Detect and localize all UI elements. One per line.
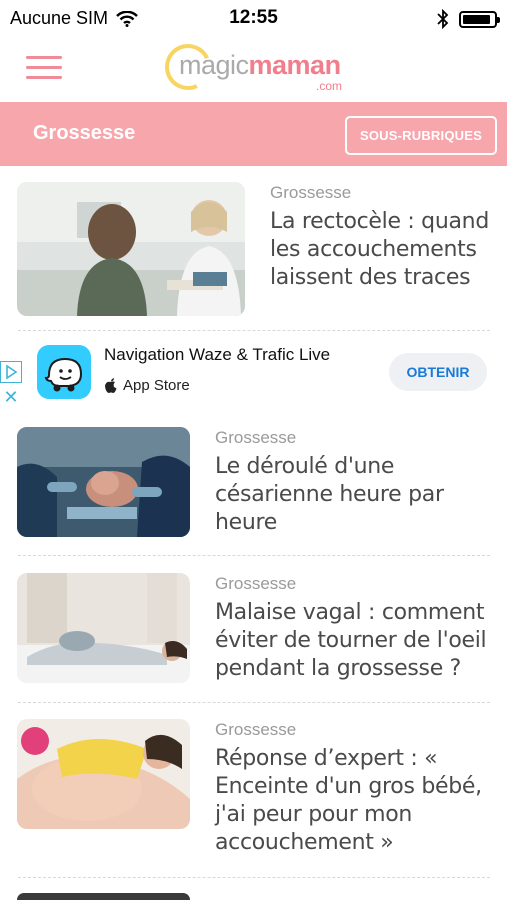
article-category: Grossesse: [270, 183, 352, 202]
cesarean-surgery-image: [17, 427, 190, 537]
logo-com: .com: [316, 79, 343, 93]
status-time: 12:55: [229, 7, 278, 28]
article-thumbnail[interactable]: [17, 719, 190, 829]
pregnant-belly-image: [17, 719, 190, 829]
divider: [18, 330, 490, 331]
divider: [18, 877, 490, 878]
article-title[interactable]: Réponse d’expert : « Enceinte d'un gros …: [215, 745, 495, 857]
logo-maman: maman: [248, 50, 342, 80]
ad-banner[interactable]: ✕ Navigation Waze & Trafic Live App Stor…: [0, 337, 507, 409]
article-thumbnail[interactable]: [17, 182, 245, 316]
status-right: [437, 9, 500, 29]
divider: [18, 702, 490, 703]
waze-app-icon: [37, 345, 91, 399]
logo-magic: magic: [179, 50, 249, 80]
apple-icon: [105, 378, 117, 393]
battery-icon: [459, 10, 500, 28]
ad-store-label: App Store: [123, 377, 190, 394]
status-bar: Aucune SIM 12:55: [0, 0, 507, 38]
obtain-button[interactable]: OBTENIR: [389, 353, 487, 391]
doctor-consultation-image: [17, 182, 245, 316]
article-thumbnail[interactable]: [17, 893, 190, 900]
article-category: Grossesse: [215, 720, 297, 739]
logo-text: magicmaman: [179, 50, 341, 81]
article-thumbnail[interactable]: [17, 573, 190, 683]
bluetooth-icon: [437, 9, 449, 29]
article-title[interactable]: Le déroulé d'une césarienne heure par he…: [215, 453, 495, 537]
logo[interactable]: magicmaman .com: [158, 37, 355, 98]
close-ad-icon[interactable]: ✕: [0, 386, 22, 408]
section-title: Grossesse: [33, 122, 136, 144]
divider: [18, 555, 490, 556]
sub-rubriques-button[interactable]: SOUS-RUBRIQUES: [345, 116, 497, 155]
article-category: Grossesse: [215, 574, 297, 593]
ad-store: App Store: [104, 377, 190, 394]
adchoices[interactable]: ✕: [0, 361, 22, 409]
article-thumbnail[interactable]: [17, 427, 190, 537]
ad-title: Navigation Waze & Trafic Live: [104, 345, 331, 364]
hamburger-icon[interactable]: [26, 56, 62, 80]
resting-pregnant-woman-image: [17, 573, 190, 683]
section-bar: Grossesse SOUS-RUBRIQUES: [0, 102, 507, 166]
article-title[interactable]: La rectocèle : quand les accouchements l…: [270, 208, 492, 292]
article-category: Grossesse: [215, 428, 297, 447]
adchoices-icon[interactable]: [0, 361, 22, 383]
app-header: magicmaman .com: [0, 37, 507, 102]
article-title[interactable]: Malaise vagal : comment éviter de tourne…: [215, 599, 495, 683]
